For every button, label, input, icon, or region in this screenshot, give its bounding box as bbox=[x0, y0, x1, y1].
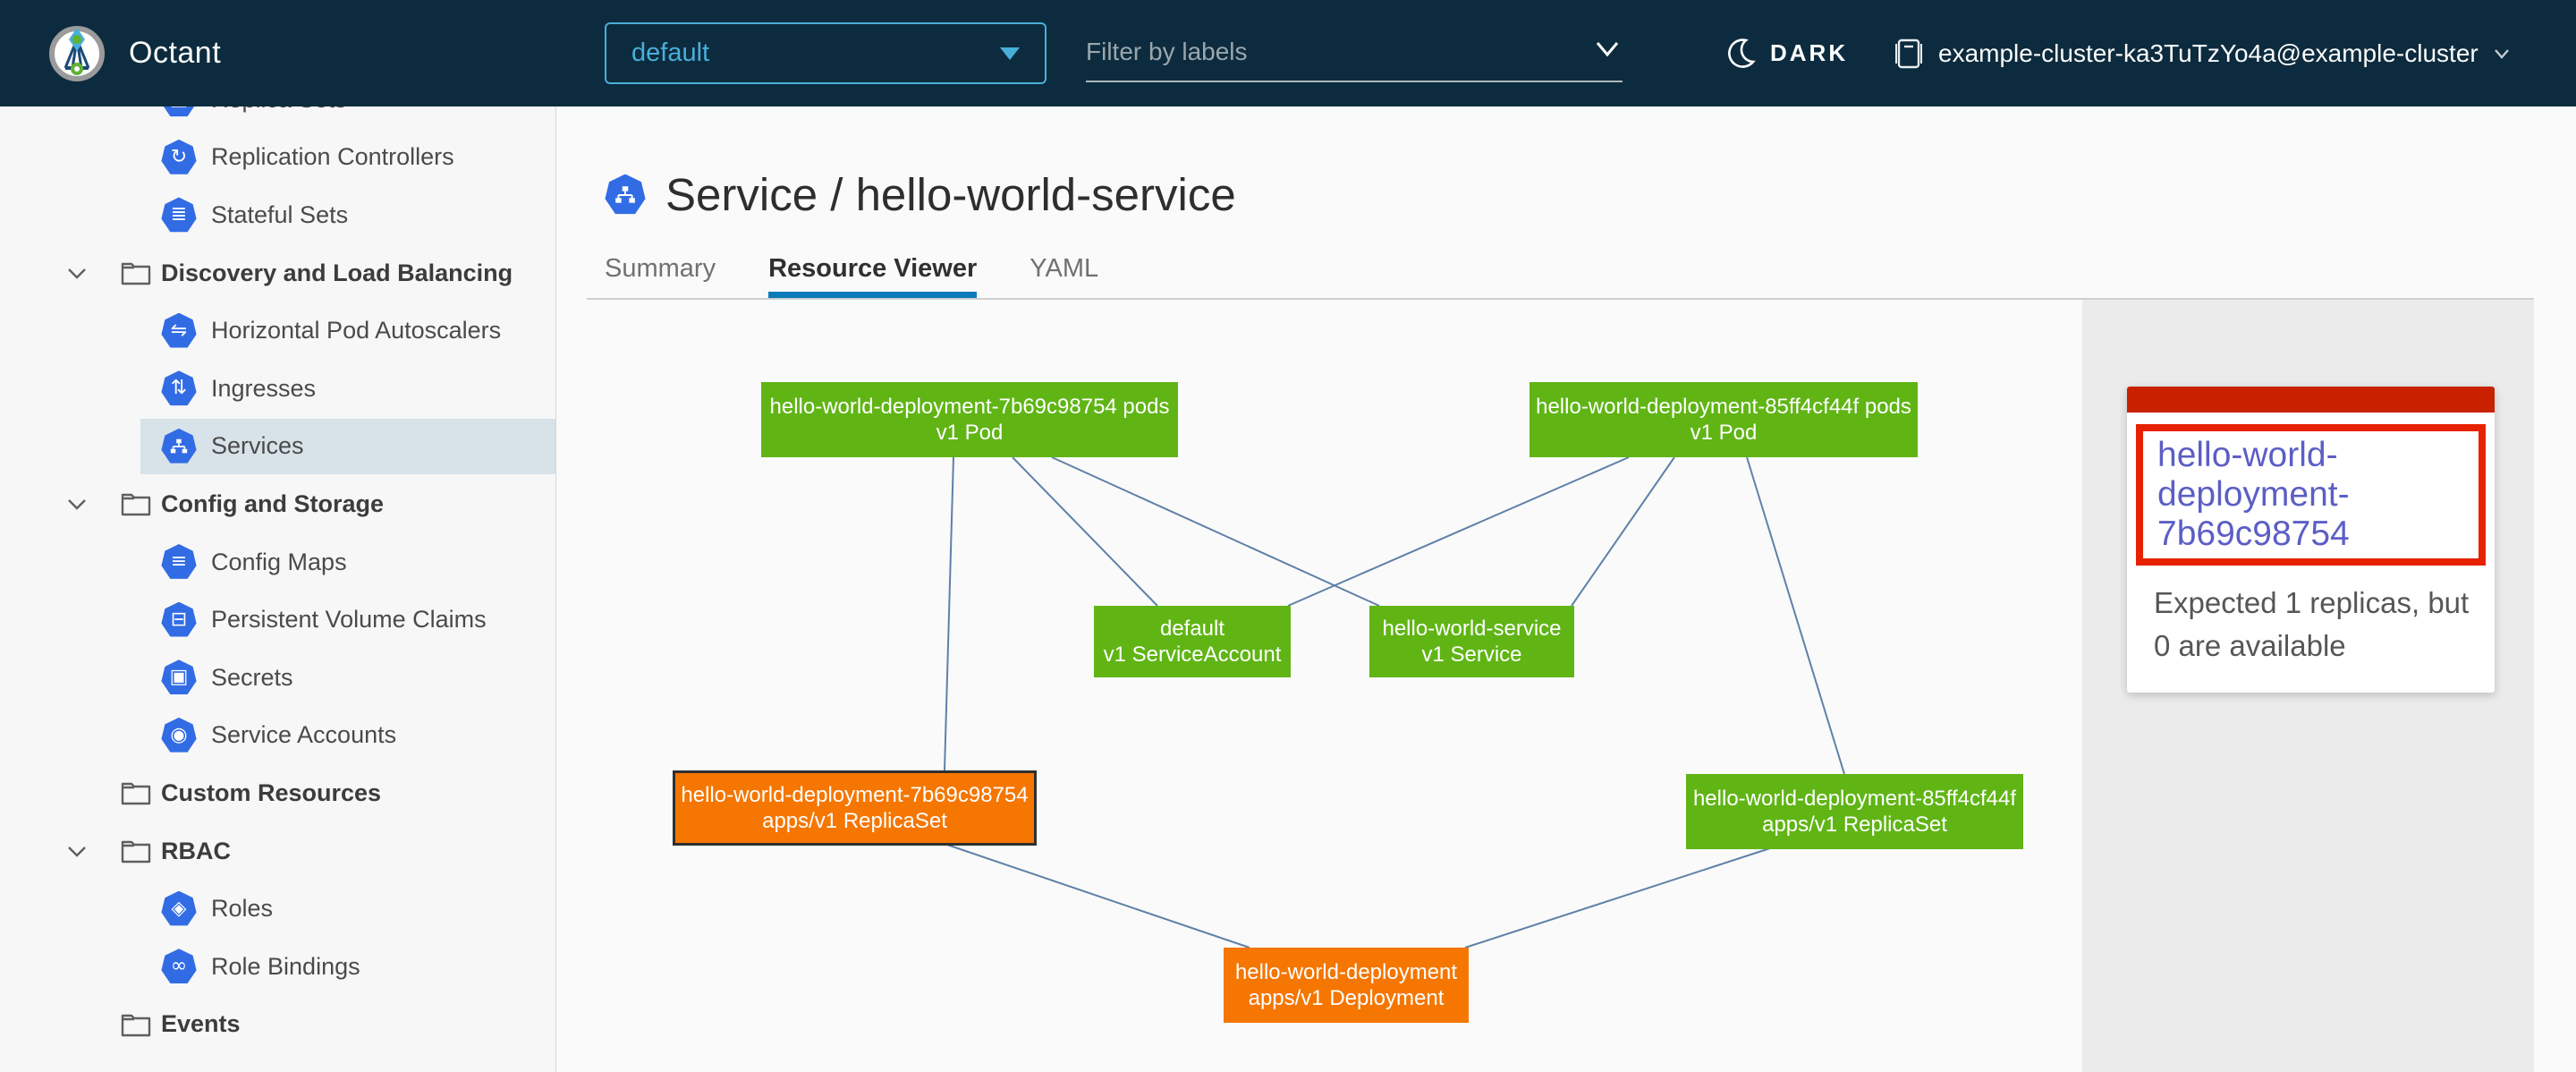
persistent-volume-claims-icon: ⊟ bbox=[161, 602, 197, 638]
graph-node-replicaset-7b69c98754[interactable]: hello-world-deployment-7b69c98754 apps/v… bbox=[673, 770, 1037, 846]
sidebar-item-ingresses[interactable]: ⇅ Ingresses bbox=[0, 360, 556, 418]
chevron-down-icon[interactable] bbox=[66, 268, 88, 280]
brand: Octant bbox=[48, 0, 221, 106]
config-maps-icon: ≡ bbox=[161, 544, 197, 580]
app-header: Octant default DARK example- bbox=[0, 0, 2576, 106]
tab-bar: Summary Resource Viewer YAML bbox=[605, 253, 1098, 284]
role-bindings-icon: ∞ bbox=[161, 949, 197, 984]
sidebar-item-secrets[interactable]: ▣ Secrets bbox=[0, 649, 556, 707]
cluster-selector[interactable]: example-cluster-ka3TuTzYo4a@example-clus… bbox=[1894, 0, 2510, 106]
sidebar-item-roles[interactable]: ◈ Roles bbox=[0, 880, 556, 938]
horizontal-pod-autoscalers-icon: ⇋ bbox=[161, 313, 197, 349]
graph-node-service-account[interactable]: default v1 ServiceAccount bbox=[1094, 606, 1291, 677]
label-filter bbox=[1086, 22, 1623, 84]
stateful-sets-icon: ≣ bbox=[161, 197, 197, 233]
service-icon bbox=[605, 174, 646, 216]
sidebar-item-services[interactable]: Services bbox=[0, 418, 556, 476]
replication-controllers-icon: ↻ bbox=[161, 140, 197, 175]
resource-link[interactable]: hello-world-deployment-7b69c98754 bbox=[2157, 436, 2473, 554]
folder-icon bbox=[120, 779, 152, 806]
chevron-down-icon[interactable] bbox=[1594, 40, 1621, 58]
error-status-bar bbox=[2127, 387, 2495, 413]
cluster-context-label: example-cluster-ka3TuTzYo4a@example-clus… bbox=[1938, 39, 2479, 68]
tab-yaml[interactable]: YAML bbox=[1030, 253, 1098, 284]
folder-icon bbox=[120, 490, 152, 517]
dark-mode-toggle[interactable]: DARK bbox=[1726, 0, 1848, 106]
tab-divider bbox=[587, 298, 2534, 300]
cluster-icon bbox=[1894, 37, 1923, 71]
sidebar-item-horizontal-pod-autoscalers[interactable]: ⇋ Horizontal Pod Autoscalers bbox=[0, 302, 556, 360]
page-header: Service / hello-world-service bbox=[605, 168, 1236, 221]
folder-icon bbox=[120, 1011, 152, 1038]
sidebar-item-service-accounts[interactable]: ◉ Service Accounts bbox=[0, 707, 556, 765]
sidebar-group-custom-resources[interactable]: Custom Resources bbox=[0, 764, 556, 822]
graph-node-pod-7b69c98754[interactable]: hello-world-deployment-7b69c98754 pods v… bbox=[761, 382, 1178, 457]
octant-logo-icon bbox=[48, 25, 106, 82]
selected-resource-box: hello-world-deployment-7b69c98754 bbox=[2136, 424, 2486, 566]
sidebar-item-role-bindings[interactable]: ∞ Role Bindings bbox=[0, 938, 556, 996]
resource-graph: hello-world-deployment-7b69c98754 pods v… bbox=[556, 300, 2082, 1072]
moon-icon bbox=[1726, 38, 1757, 70]
page-title: Service / hello-world-service bbox=[665, 168, 1236, 221]
services-icon bbox=[161, 429, 197, 464]
theme-toggle-label: DARK bbox=[1770, 39, 1848, 67]
chevron-down-icon[interactable] bbox=[66, 846, 88, 858]
service-accounts-icon: ◉ bbox=[161, 718, 197, 753]
tab-resource-viewer[interactable]: Resource Viewer bbox=[768, 253, 977, 284]
chevron-down-icon bbox=[1000, 47, 1020, 60]
sidebar-item-persistent-volume-claims[interactable]: ⊟ Persistent Volume Claims bbox=[0, 591, 556, 649]
octant-app: Octant default DARK example- bbox=[0, 0, 2576, 1072]
sidebar-item-replica-sets[interactable]: ▦ Replica Sets bbox=[0, 106, 556, 129]
sidebar-item-stateful-sets[interactable]: ≣ Stateful Sets bbox=[0, 186, 556, 244]
replica-sets-icon: ▦ bbox=[161, 106, 197, 117]
detail-panel: hello-world-deployment-7b69c98754 Expect… bbox=[2082, 300, 2534, 1072]
sidebar-group-discovery-and-load-balancing[interactable]: Discovery and Load Balancing bbox=[0, 244, 556, 302]
graph-node-service[interactable]: hello-world-service v1 Service bbox=[1369, 606, 1574, 677]
sidebar-nav: ▦ Replica Sets ↻ Replication Controllers… bbox=[0, 106, 556, 1053]
chevron-down-icon bbox=[2494, 48, 2510, 59]
roles-icon: ◈ bbox=[161, 891, 197, 927]
sidebar-group-config-and-storage[interactable]: Config and Storage bbox=[0, 475, 556, 533]
status-message: Expected 1 replicas, but 0 are available bbox=[2154, 582, 2484, 668]
ingresses-icon: ⇅ bbox=[161, 370, 197, 406]
tab-summary[interactable]: Summary bbox=[605, 253, 716, 284]
namespace-selector[interactable]: default bbox=[605, 22, 1046, 84]
sidebar-group-rbac[interactable]: RBAC bbox=[0, 822, 556, 881]
sidebar-item-config-maps[interactable]: ≡ Config Maps bbox=[0, 533, 556, 591]
filter-input[interactable] bbox=[1086, 22, 1623, 82]
app-title: Octant bbox=[129, 36, 221, 71]
graph-node-pod-85ff4cf44f[interactable]: hello-world-deployment-85ff4cf44f pods v… bbox=[1530, 382, 1918, 457]
secrets-icon: ▣ bbox=[161, 659, 197, 695]
sidebar-group-events[interactable]: Events bbox=[0, 996, 556, 1054]
folder-icon bbox=[120, 838, 152, 864]
resource-detail-card: hello-world-deployment-7b69c98754 Expect… bbox=[2127, 387, 2495, 693]
graph-node-replicaset-85ff4cf44f[interactable]: hello-world-deployment-85ff4cf44f apps/v… bbox=[1686, 774, 2023, 849]
graph-node-deployment[interactable]: hello-world-deployment apps/v1 Deploymen… bbox=[1224, 948, 1469, 1023]
chevron-down-icon[interactable] bbox=[66, 498, 88, 511]
sidebar: ▦ Replica Sets ↻ Replication Controllers… bbox=[0, 106, 556, 1072]
folder-icon bbox=[120, 259, 152, 286]
sidebar-item-replication-controllers[interactable]: ↻ Replication Controllers bbox=[0, 129, 556, 187]
namespace-value: default bbox=[631, 38, 709, 68]
